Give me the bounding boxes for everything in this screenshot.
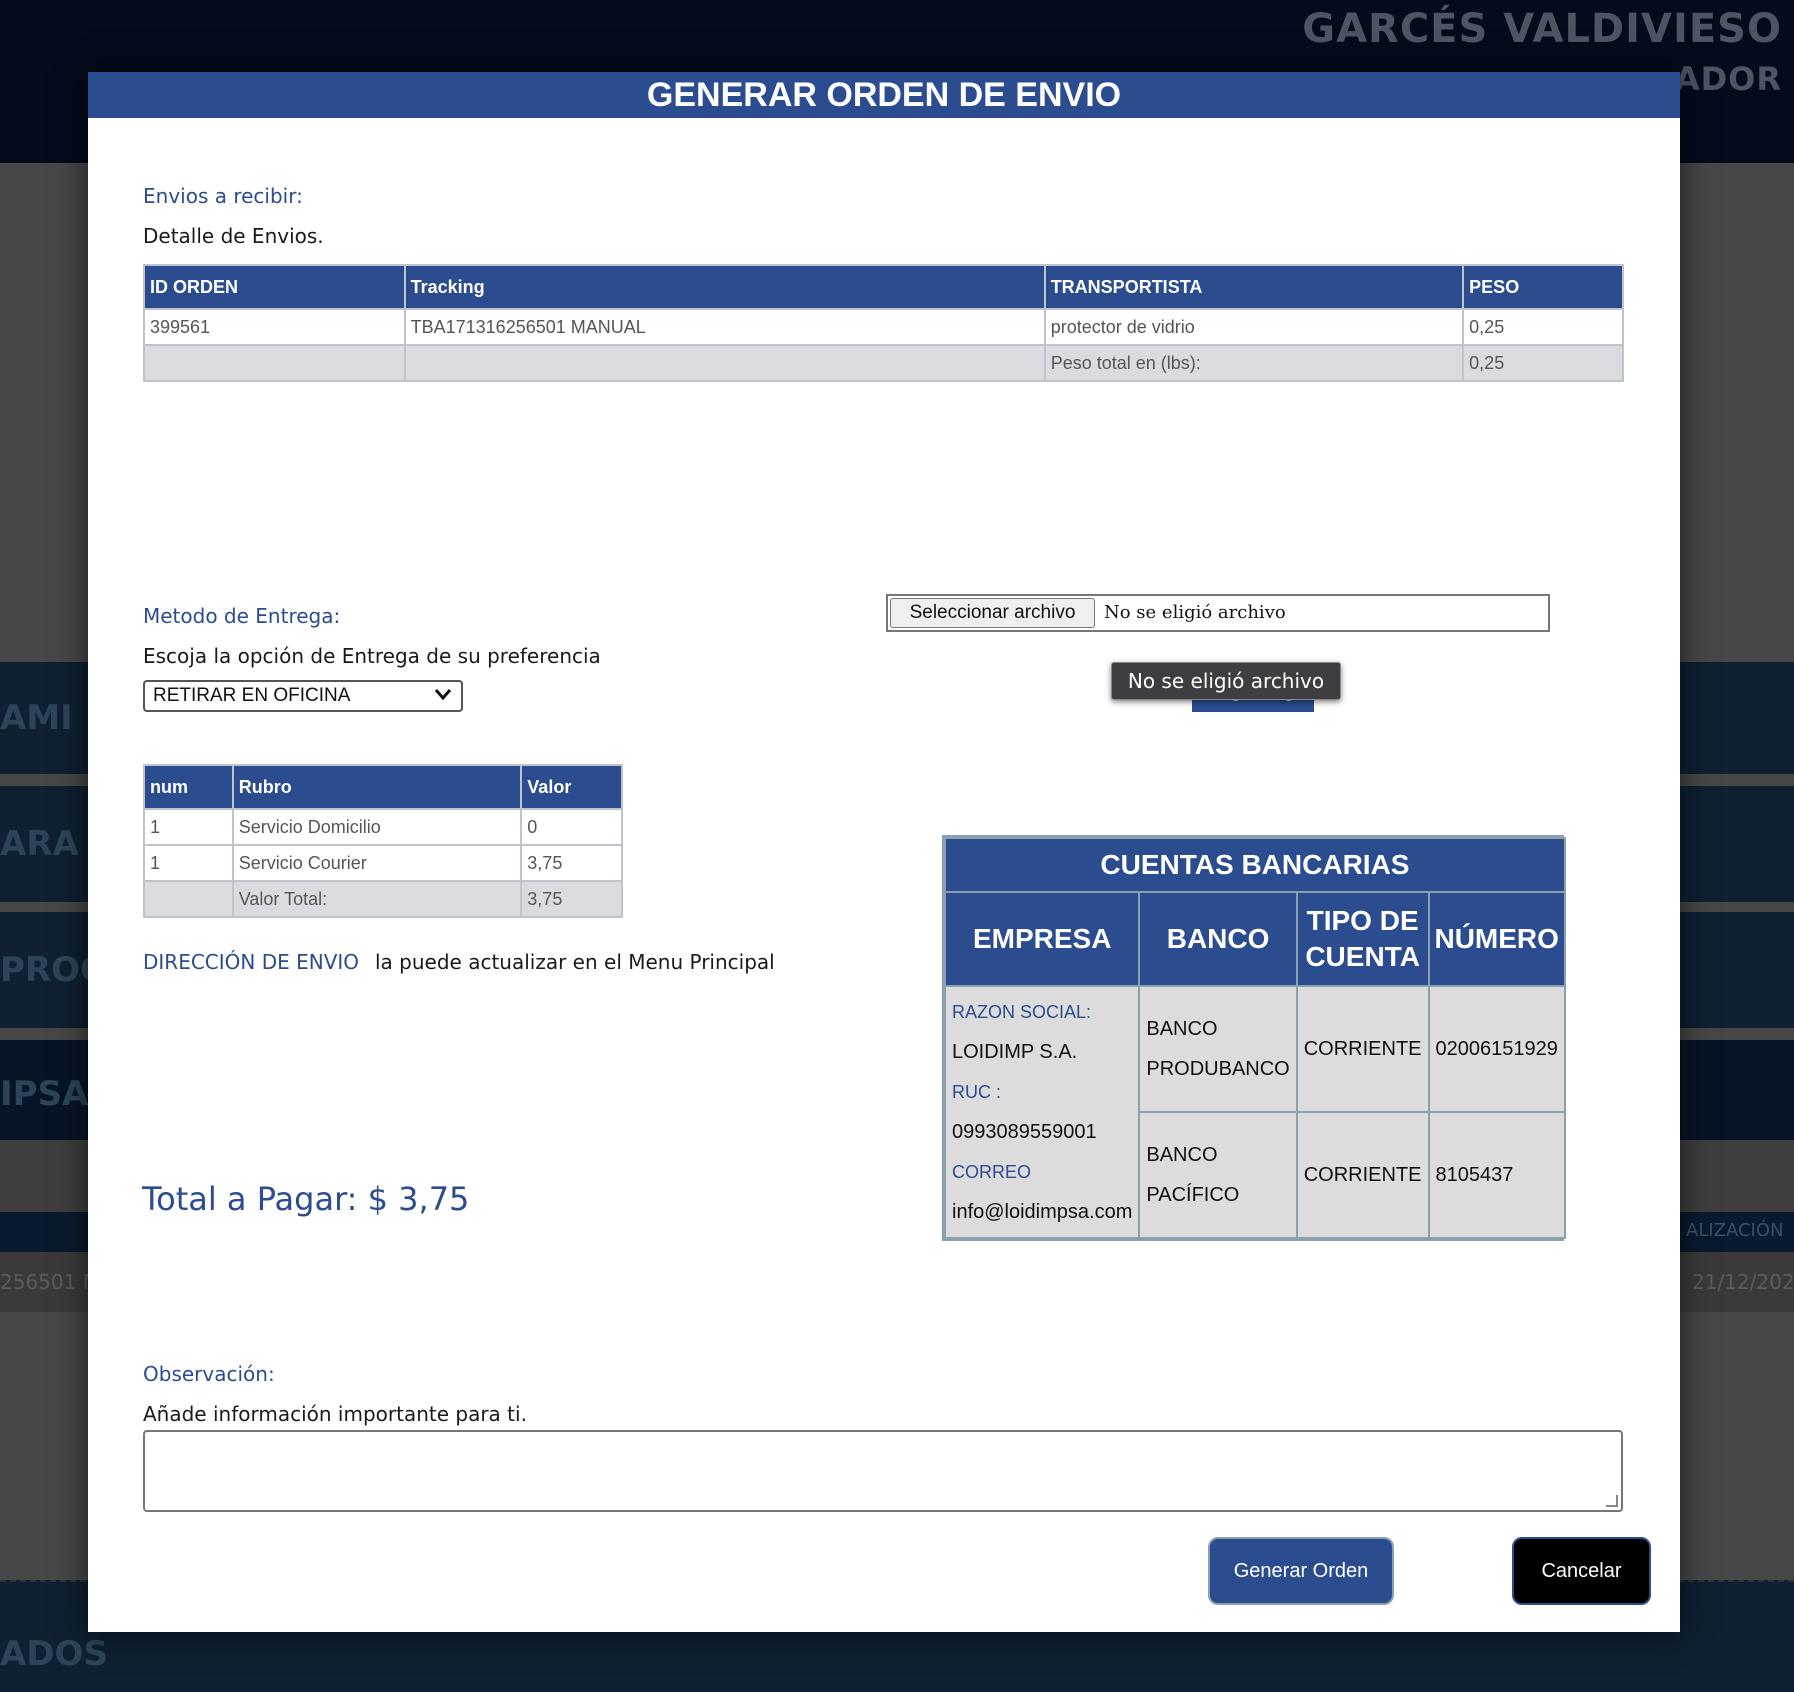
cell-banco: BANCO PACÍFICO [1138, 1111, 1298, 1239]
observation-textarea[interactable] [143, 1430, 1623, 1512]
file-status-text: No se eligió archivo [1104, 602, 1286, 623]
table-row: 1 Servicio Domicilio 0 [143, 808, 623, 846]
cell-tipo-cuenta: CORRIENTE [1295, 985, 1430, 1113]
cell-numero: 02006151929 [1427, 985, 1566, 1113]
generate-order-modal: GENERAR ORDEN DE ENVIO Envios a recibir:… [88, 72, 1680, 1632]
cell-empty [403, 344, 1046, 382]
column-header-peso: PESO [1462, 264, 1624, 310]
column-header-rubro: Rubro [231, 764, 523, 810]
brand-subtitle: ADOR [1674, 60, 1782, 98]
bg-section-label: IPSA [0, 1074, 89, 1114]
cell-empty [143, 344, 406, 382]
cell-tracking: TBA171316256501 MANUAL [403, 308, 1046, 346]
delivery-method-label: Metodo de Entrega: [143, 604, 341, 628]
cell-id-orden: 399561 [143, 308, 406, 346]
table-header-row: num Rubro Valor [143, 764, 623, 810]
cell-transportista: protector de vidrio [1043, 308, 1465, 346]
cell-valor: 3,75 [520, 844, 623, 882]
resize-handle-icon[interactable] [1606, 1495, 1618, 1507]
correo-label: CORREO [952, 1162, 1032, 1182]
bank-name-line: PRODUBANCO [1146, 1058, 1290, 1080]
column-header-valor: Valor [520, 764, 623, 810]
shipments-table: ID ORDEN Tracking TRANSPORTISTA PESO 399… [143, 264, 1624, 382]
bg-column-label: ALIZACIÓN [1686, 1220, 1784, 1241]
table-total-row: Peso total en (lbs): 0,25 [143, 344, 1624, 382]
company-info-cell: RAZON SOCIAL: LOIDIMP S.A. RUC : 0993089… [943, 985, 1141, 1239]
bg-row-tracking: 256501 M [0, 1270, 100, 1294]
bank-name-line: BANCO [1146, 1144, 1218, 1166]
table-row: 399561 TBA171316256501 MANUAL protector … [143, 308, 1624, 346]
cell-rubro: Servicio Domicilio [231, 808, 523, 846]
cell-num: 1 [143, 844, 234, 882]
select-file-button[interactable]: Seleccionar archivo [890, 598, 1095, 628]
bg-row-date: 21/12/2021 [1692, 1270, 1794, 1294]
bank-title-row: CUENTAS BANCARIAS [944, 837, 1566, 893]
cell-peso: 0,25 [1462, 308, 1624, 346]
delivery-method-select[interactable]: RETIRAR EN OFICINA [143, 680, 463, 712]
cell-numero: 8105437 [1427, 1111, 1566, 1239]
table-header-row: EMPRESA BANCO TIPO DE CUENTA NÚMERO [943, 891, 1566, 987]
table-row: 1 Servicio Courier 3,75 [143, 844, 623, 882]
razon-social-label: RAZON SOCIAL: [952, 1002, 1092, 1022]
ruc-label: RUC : [952, 1082, 1001, 1102]
column-header-transportista: TRANSPORTISTA [1043, 264, 1465, 310]
chevron-down-icon [433, 684, 453, 712]
payment-file-input[interactable]: Seleccionar archivo No se eligió archivo [886, 594, 1550, 632]
cancel-button[interactable]: Cancelar [1512, 1537, 1651, 1605]
bank-accounts-table: CUENTAS BANCARIAS EMPRESA BANCO TIPO DE … [942, 835, 1566, 1241]
brand-name: GARCÉS VALDIVIESO [1302, 6, 1782, 52]
delivery-method-selected: RETIRAR EN OFICINA [153, 685, 351, 706]
column-header-tracking: Tracking [403, 264, 1046, 310]
delivery-instruction: Escoja la opción de Entrega de su prefer… [143, 644, 601, 668]
bank-name-line: BANCO [1146, 1018, 1218, 1040]
bank-name-line: PACÍFICO [1146, 1184, 1240, 1206]
modal-title: GENERAR ORDEN DE ENVIO [88, 72, 1680, 118]
correo-value: info@loidimpsa.com [952, 1201, 1133, 1223]
table-row: RAZON SOCIAL: LOIDIMP S.A. RUC : 0993089… [943, 985, 1566, 1239]
shipping-address-link[interactable]: DIRECCIÓN DE ENVIO [143, 950, 359, 974]
ruc-value: 0993089559001 [952, 1121, 1097, 1143]
column-header-numero: NÚMERO [1427, 891, 1566, 987]
column-header-tipo-cuenta: TIPO DE CUENTA [1295, 891, 1430, 987]
shipments-subtitle: Detalle de Envios. [143, 224, 324, 248]
total-value-amount: 3,75 [520, 880, 623, 918]
file-tooltip: No se eligió archivo [1111, 662, 1341, 700]
column-header-empresa: EMPRESA [943, 891, 1141, 987]
cell-banco: BANCO PRODUBANCO [1138, 985, 1298, 1113]
observation-label: Observación: [143, 1362, 275, 1386]
bg-menu-label: ADOS [0, 1634, 108, 1674]
cell-valor: 0 [520, 808, 623, 846]
total-weight-value: 0,25 [1462, 344, 1624, 382]
shipping-address-note: la puede actualizar en el Menu Principal [375, 950, 775, 974]
cell-num: 1 [143, 808, 234, 846]
razon-social-value: LOIDIMP S.A. [952, 1041, 1078, 1063]
cell-tipo-cuenta: CORRIENTE [1295, 1111, 1430, 1239]
column-header-num: num [143, 764, 234, 810]
observation-hint: Añade información importante para ti. [143, 1402, 527, 1426]
column-header-id-orden: ID ORDEN [143, 264, 406, 310]
bank-accounts-title: CUENTAS BANCARIAS [944, 837, 1566, 893]
total-weight-label: Peso total en (lbs): [1043, 344, 1465, 382]
cell-empty [143, 880, 234, 918]
cell-rubro: Servicio Courier [231, 844, 523, 882]
table-total-row: Valor Total: 3,75 [143, 880, 623, 918]
total-to-pay: Total a Pagar: $ 3,75 [142, 1180, 470, 1218]
charges-table: num Rubro Valor 1 Servicio Domicilio 0 1… [143, 764, 623, 918]
generate-order-button[interactable]: Generar Orden [1208, 1537, 1394, 1605]
column-header-banco: BANCO [1138, 891, 1298, 987]
total-value-label: Valor Total: [231, 880, 523, 918]
table-header-row: ID ORDEN Tracking TRANSPORTISTA PESO [143, 264, 1624, 310]
shipments-label: Envios a recibir: [143, 184, 303, 208]
bg-menu-label: AMI [0, 698, 73, 738]
